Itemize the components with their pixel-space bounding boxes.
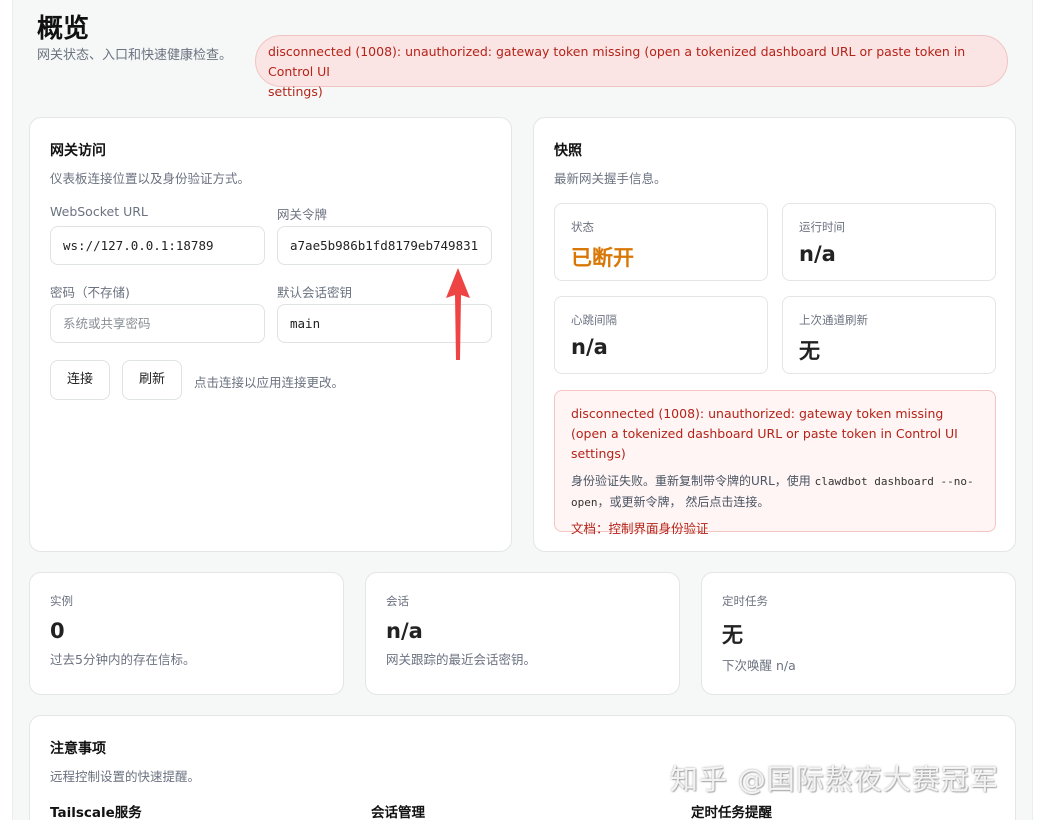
stat-label: 状态 (571, 220, 594, 234)
note-cron: 定时任务提醒 (691, 805, 772, 820)
card-subtitle: 仪表板连接位置以及身份验证方式。 (50, 171, 251, 186)
stat-label: 上次通道刷新 (799, 313, 868, 327)
refresh-button[interactable]: 刷新 (122, 360, 182, 400)
snapshot-error-callout: disconnected (1008): unauthorized: gatew… (554, 390, 996, 536)
websocket-url-label: WebSocket URL (50, 204, 148, 219)
metric-value: 0 (50, 619, 65, 643)
page-subtitle: 网关状态、入口和快速健康检查。 (37, 48, 233, 63)
metric-caption: 下次唤醒 n/a (722, 658, 796, 673)
metric-value: n/a (386, 619, 423, 643)
arrow-shape (446, 268, 470, 360)
metric-label: 实例 (50, 594, 73, 608)
connect-button[interactable]: 连接 (50, 360, 110, 400)
sessions-card: 会话 n/a 网关跟踪的最近会话密钥。 (365, 572, 680, 695)
card-title: 注意事项 (50, 741, 106, 757)
error-banner: disconnected (1008): unauthorized: gatew… (255, 35, 1008, 99)
stat-value: n/a (571, 335, 608, 359)
error-help-text: 身份验证失败。重新复制带令牌的URL，使用 (571, 474, 815, 488)
stat-label: 运行时间 (799, 220, 845, 234)
card-title: 网关访问 (50, 143, 106, 159)
stat-label: 心跳间隔 (571, 313, 617, 327)
note-tailscale: Tailscale服务 (50, 805, 142, 820)
metric-value: 无 (722, 623, 743, 647)
card-subtitle: 最新网关握手信息。 (554, 171, 667, 186)
stat-last-channel-refresh: 上次通道刷新 无 (782, 296, 996, 374)
snapshot-card: 快照 最新网关握手信息。 状态 已断开 运行时间 n/a 心跳间隔 n/a 上次… (533, 117, 1016, 552)
password-field: 密码（不存储) 系统或共享密码 (50, 282, 265, 343)
stat-value: 无 (799, 339, 820, 363)
error-message: disconnected (1008): unauthorized: gatew… (571, 406, 958, 461)
arrow-annotation-icon (446, 268, 470, 360)
gateway-token-field: 网关令牌 a7ae5b986b1fd8179eb749831 (277, 204, 492, 265)
overview-page: 概览 网关状态、入口和快速健康检查。 disconnected (1008): … (12, 0, 1033, 820)
websocket-url-field: WebSocket URL ws://127.0.0.1:18789 (50, 204, 265, 265)
connect-hint: 点击连接以应用连接更改。 (194, 375, 345, 390)
metric-caption: 过去5分钟内的存在信标。 (50, 652, 196, 667)
page-title: 概览 (37, 14, 90, 44)
stat-heartbeat: 心跳间隔 n/a (554, 296, 768, 374)
password-input[interactable]: 系统或共享密码 (50, 304, 265, 343)
stat-status: 状态 已断开 (554, 203, 768, 281)
metric-caption: 网关跟踪的最近会话密钥。 (386, 652, 537, 667)
error-help-text-2: ，或更新令牌， 然后点击连接。 (597, 495, 770, 509)
stat-uptime: 运行时间 n/a (782, 203, 996, 281)
card-title: 快照 (554, 143, 582, 159)
note-sessions: 会话管理 (371, 805, 425, 820)
cron-card: 定时任务 无 下次唤醒 n/a (701, 572, 1016, 695)
gateway-token-label: 网关令牌 (277, 207, 328, 222)
metric-label: 定时任务 (722, 594, 768, 608)
metric-label: 会话 (386, 594, 409, 608)
watermark: 知乎 @国际熬夜大赛冠军 (670, 763, 999, 796)
password-label: 密码（不存储) (50, 285, 130, 300)
stat-value: n/a (799, 242, 836, 266)
error-help: 身份验证失败。重新复制带令牌的URL，使用 clawdbot dashboard… (571, 471, 979, 513)
stat-value: 已断开 (571, 246, 634, 270)
docs-link[interactable]: 文档：控制界面身份验证 (571, 518, 979, 537)
gateway-token-input[interactable]: a7ae5b986b1fd8179eb749831 (277, 226, 492, 265)
instances-card: 实例 0 过去5分钟内的存在信标。 (29, 572, 344, 695)
websocket-url-input[interactable]: ws://127.0.0.1:18789 (50, 226, 265, 265)
